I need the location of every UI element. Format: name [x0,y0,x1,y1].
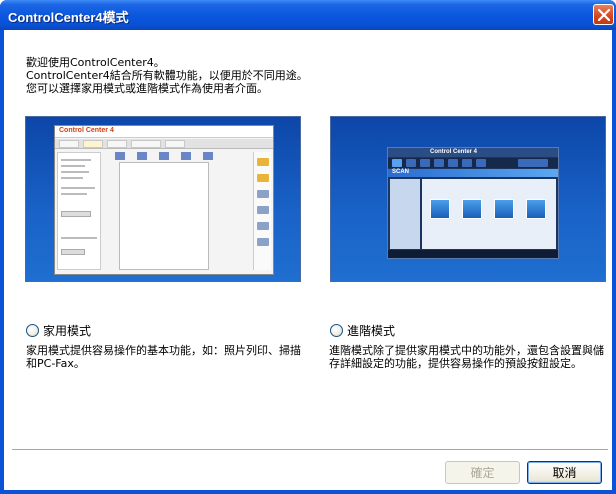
mini-tab [107,140,127,148]
mini-line [61,171,89,173]
home-mode-preview[interactable]: Control Center 4 [25,116,301,282]
mini-tool-icon [203,152,213,160]
mini-tool-icon [159,152,169,160]
mini-line [61,165,85,167]
mini-tool-icon [181,152,191,160]
mini-button [61,249,85,255]
mini-tab [406,159,416,167]
mini-scan-icon [526,199,546,219]
mini-titlebar: Control Center 4 [55,126,273,138]
mini-document [119,162,209,270]
mini-scan-icon [494,199,514,219]
home-mode-option[interactable]: 家用模式 [26,322,91,338]
mini-scan-icon [462,199,482,219]
intro-line-features: ControlCenter4結合所有軟體功能，以便用於不同用途。 [26,69,308,82]
mini-tab [462,159,472,167]
mini-tab [59,140,79,148]
mini-logo: Control Center 4 [59,127,114,134]
mini-tab [448,159,458,167]
mini-action-icon [257,206,269,214]
mini-body [422,179,556,249]
close-button[interactable] [593,4,614,25]
advanced-mode-option[interactable]: 進階模式 [330,322,395,338]
dialog-window: ControlCenter4模式 歡迎使用ControlCenter4。 Con… [0,0,616,494]
dialog-content: 歡迎使用ControlCenter4。 ControlCenter4結合所有軟體… [4,30,612,490]
mini-action-icon [257,174,269,182]
mini-tabs [388,158,558,168]
ok-button[interactable]: 確定 [445,461,520,484]
home-mode-description: 家用模式提供容易操作的基本功能，如：照片列印、掃描和PC-Fax。 [26,344,301,370]
mini-tool-icon [115,152,125,160]
intro-line-welcome: 歡迎使用ControlCenter4。 [26,56,165,69]
mini-header-label: SCAN [392,169,410,175]
mini-line [61,159,91,161]
separator-line [12,449,608,451]
mini-titlebar: Control Center 4 [388,148,558,157]
mini-tab [392,159,402,167]
home-mode-radio[interactable] [26,323,39,337]
mini-tab [434,159,444,167]
mini-footer [388,250,558,258]
advanced-mode-preview[interactable]: Control Center 4 SCAN [330,116,606,282]
cancel-button[interactable]: 取消 [527,461,602,484]
mini-tab [165,140,185,148]
home-mode-label[interactable]: 家用模式 [43,322,91,339]
mini-tab [131,140,161,148]
advanced-mode-radio[interactable] [330,323,343,337]
mini-action-icon [257,238,269,246]
mini-tab [420,159,430,167]
advanced-mode-description: 進階模式除了提供家用模式中的功能外，還包含設置與儲存詳細設定的功能，提供容易操作… [329,344,604,370]
mini-scan-icon [430,199,450,219]
mini-header: SCAN [388,169,558,177]
mini-button [61,211,91,217]
window-title: ControlCenter4模式 [8,10,129,25]
intro-line-choose: 您可以選擇家用模式或進階模式作為使用者介面。 [26,82,268,95]
close-icon [598,9,610,21]
mini-line [61,177,83,179]
mini-line [61,187,95,189]
mini-tab [518,159,548,167]
title-bar[interactable]: ControlCenter4模式 [0,0,616,30]
mini-right-panel [253,152,271,270]
mini-tool-icon [137,152,147,160]
mini-left-panel [390,179,420,249]
mini-tabs [55,139,273,149]
mini-tab [476,159,486,167]
mini-logo: Control Center 4 [430,149,478,155]
mini-action-icon [257,158,269,166]
mini-action-icon [257,190,269,198]
mini-sidebar [57,152,101,270]
mini-tab [83,140,103,148]
mini-action-icon [257,222,269,230]
home-mode-screenshot: Control Center 4 [54,125,274,275]
intro-text: 歡迎使用ControlCenter4。 ControlCenter4結合所有軟體… [26,56,308,95]
mini-line [61,237,97,239]
advanced-mode-label[interactable]: 進階模式 [347,322,395,339]
advanced-mode-screenshot: Control Center 4 SCAN [387,147,559,259]
mini-line [61,193,87,195]
dialog-client-area: 歡迎使用ControlCenter4。 ControlCenter4結合所有軟體… [4,30,612,490]
